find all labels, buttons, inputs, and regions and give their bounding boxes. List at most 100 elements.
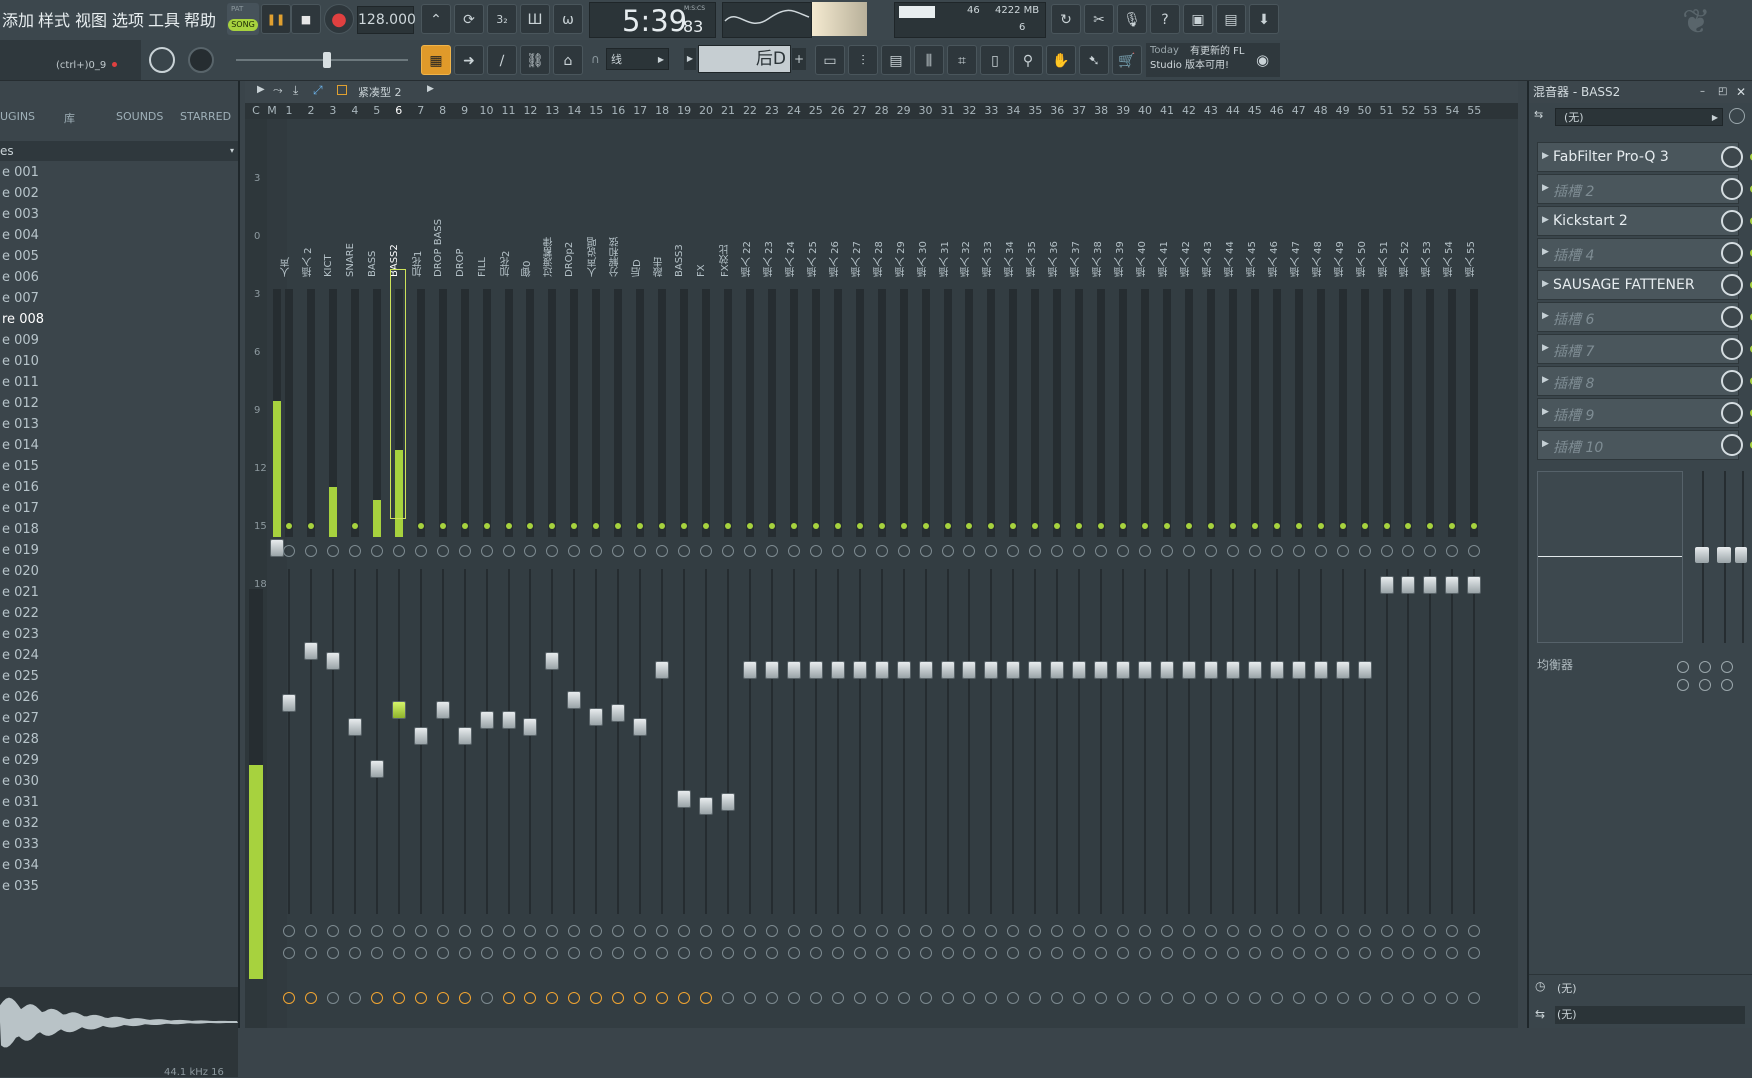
volume-fader[interactable] bbox=[940, 661, 955, 680]
send-knob[interactable] bbox=[546, 992, 559, 1004]
fx-slot[interactable]: ▶ 插槽 10 bbox=[1537, 430, 1752, 460]
insert-strip[interactable]: BASS2 bbox=[389, 119, 409, 1028]
pan-knob[interactable] bbox=[743, 925, 756, 937]
stereo-knob[interactable] bbox=[1139, 545, 1152, 557]
volume-knob[interactable] bbox=[1292, 947, 1305, 959]
eq-knob[interactable] bbox=[1721, 661, 1733, 673]
mute-led[interactable] bbox=[505, 523, 512, 529]
browser-item[interactable]: e 031 bbox=[0, 792, 238, 813]
tab-starred[interactable]: STARRED bbox=[180, 110, 231, 123]
volume-fader[interactable] bbox=[896, 661, 911, 680]
pan-knob[interactable] bbox=[1292, 925, 1305, 937]
eq-display[interactable] bbox=[1537, 471, 1683, 643]
mix-knob[interactable] bbox=[1721, 434, 1743, 456]
insert-strip[interactable]: DROP bbox=[455, 119, 475, 1028]
volume-fader[interactable] bbox=[457, 727, 472, 746]
pan-knob[interactable] bbox=[326, 925, 339, 937]
pan-knob[interactable] bbox=[568, 925, 581, 937]
snap-select[interactable]: 线 ▶ bbox=[606, 48, 669, 70]
insert-name[interactable]: 插入 24 bbox=[784, 127, 804, 277]
insert-strip[interactable]: 人声说唱 bbox=[586, 119, 606, 1028]
pan-knob[interactable] bbox=[546, 925, 559, 937]
insert-name[interactable]: 插入 31 bbox=[938, 127, 958, 277]
volume-knob[interactable] bbox=[700, 947, 713, 959]
insert-name[interactable]: 插入 28 bbox=[872, 127, 892, 277]
insert-strip[interactable]: 加花2 bbox=[499, 119, 519, 1028]
insert-strip[interactable]: 插入 24 bbox=[784, 119, 804, 1028]
insert-strip[interactable]: 插入 22 bbox=[740, 119, 760, 1028]
pan-knob[interactable] bbox=[875, 925, 888, 937]
stereo-knob[interactable] bbox=[1248, 545, 1261, 557]
pan-knob[interactable] bbox=[765, 925, 778, 937]
fx-slot[interactable]: ▶ 插槽 7 bbox=[1537, 334, 1752, 364]
browser-item[interactable]: e 029 bbox=[0, 750, 238, 771]
insert-strip[interactable]: 插入 38 bbox=[1091, 119, 1111, 1028]
browser-item[interactable]: e 020 bbox=[0, 561, 238, 582]
mute-led[interactable] bbox=[483, 523, 490, 529]
volume-knob[interactable] bbox=[634, 947, 647, 959]
volume-fader[interactable] bbox=[1401, 575, 1416, 594]
send-knob[interactable] bbox=[875, 992, 888, 1004]
pan-knob[interactable] bbox=[1117, 925, 1130, 937]
send-knob[interactable] bbox=[1402, 992, 1415, 1004]
browser-item[interactable]: e 021 bbox=[0, 582, 238, 603]
volume-knob[interactable] bbox=[656, 947, 669, 959]
eq-knob[interactable] bbox=[1677, 679, 1689, 691]
volume-knob[interactable] bbox=[1446, 947, 1459, 959]
save-icon[interactable]: ▣ bbox=[1183, 4, 1213, 34]
volume-fader[interactable] bbox=[764, 661, 779, 680]
insert-name[interactable]: 插入 49 bbox=[1333, 127, 1353, 277]
insert-name[interactable]: 插入 25 bbox=[806, 127, 826, 277]
volume-knob[interactable] bbox=[502, 947, 515, 959]
stereo-knob[interactable] bbox=[392, 545, 405, 557]
insert-name[interactable]: 过渡蓄律 bbox=[542, 127, 562, 277]
browser-item[interactable]: e 006 bbox=[0, 267, 238, 288]
insert-strip[interactable]: 插入 32 bbox=[959, 119, 979, 1028]
insert-strip[interactable]: SNARE bbox=[345, 119, 365, 1028]
send-knob[interactable] bbox=[678, 992, 691, 1004]
volume-fader[interactable] bbox=[479, 710, 494, 729]
pan-knob[interactable] bbox=[458, 925, 471, 937]
pan-knob[interactable] bbox=[985, 925, 998, 937]
browser-folder-header[interactable]: es ▾ bbox=[0, 141, 238, 161]
insert-name[interactable]: FILL bbox=[477, 127, 497, 277]
send-knob[interactable] bbox=[1336, 992, 1349, 1004]
export-icon[interactable]: ⬇ bbox=[1249, 4, 1279, 34]
stereo-knob[interactable] bbox=[678, 545, 691, 557]
volume-fader[interactable] bbox=[874, 661, 889, 680]
volume-knob[interactable] bbox=[875, 947, 888, 959]
volume-fader[interactable] bbox=[655, 661, 670, 680]
pan-knob[interactable] bbox=[1007, 925, 1020, 937]
insert-name[interactable]: 插入 52 bbox=[1398, 127, 1418, 277]
insert-name[interactable]: KICT bbox=[323, 127, 343, 277]
pan-knob[interactable] bbox=[502, 925, 515, 937]
mixer-icon[interactable]: ⫼ bbox=[914, 45, 944, 75]
pan-knob[interactable] bbox=[1446, 925, 1459, 937]
volume-knob[interactable] bbox=[1402, 947, 1415, 959]
undo-icon[interactable]: ↻ bbox=[1051, 4, 1081, 34]
volume-knob[interactable] bbox=[568, 947, 581, 959]
eq-knob[interactable] bbox=[1677, 661, 1689, 673]
volume-knob[interactable] bbox=[370, 947, 383, 959]
volume-knob[interactable] bbox=[743, 947, 756, 959]
insert-strip[interactable]: 分解和弦 bbox=[608, 119, 628, 1028]
touch-controller-icon[interactable]: ✋ bbox=[1046, 45, 1076, 75]
insert-strip[interactable]: 插入 37 bbox=[1069, 119, 1089, 1028]
insert-strip[interactable]: 插入 2 bbox=[301, 119, 321, 1028]
insert-strip[interactable]: 敲击 bbox=[652, 119, 672, 1028]
insert-strip[interactable]: 加花1 bbox=[411, 119, 431, 1028]
volume-knob[interactable] bbox=[1117, 947, 1130, 959]
pan-knob[interactable] bbox=[656, 925, 669, 937]
mix-knob[interactable] bbox=[1721, 402, 1743, 424]
browser-item[interactable]: e 025 bbox=[0, 666, 238, 687]
send-knob[interactable] bbox=[612, 992, 625, 1004]
volume-fader[interactable] bbox=[567, 691, 582, 710]
insert-strip[interactable]: 插入 30 bbox=[916, 119, 936, 1028]
add-pattern-icon[interactable]: + bbox=[792, 48, 806, 70]
master-volume-knob[interactable] bbox=[149, 47, 175, 73]
insert-name[interactable]: 插入 47 bbox=[1289, 127, 1309, 277]
volume-fader[interactable] bbox=[1094, 661, 1109, 680]
browser-item[interactable]: e 018 bbox=[0, 519, 238, 540]
pan-knob[interactable] bbox=[1248, 925, 1261, 937]
stereo-knob[interactable] bbox=[1446, 545, 1459, 557]
